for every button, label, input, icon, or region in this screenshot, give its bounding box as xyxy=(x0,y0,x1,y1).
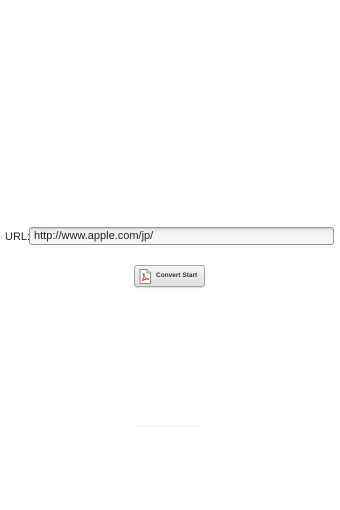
url-row: URL: xyxy=(0,226,340,248)
url-input[interactable] xyxy=(29,227,334,245)
page: URL: Convert Start xyxy=(0,0,340,510)
pdf-document-icon xyxy=(139,268,151,284)
divider xyxy=(134,426,202,427)
convert-start-button[interactable]: Convert Start xyxy=(134,265,205,287)
convert-start-label: Convert Start xyxy=(156,272,198,279)
url-label: URL: xyxy=(5,231,31,243)
